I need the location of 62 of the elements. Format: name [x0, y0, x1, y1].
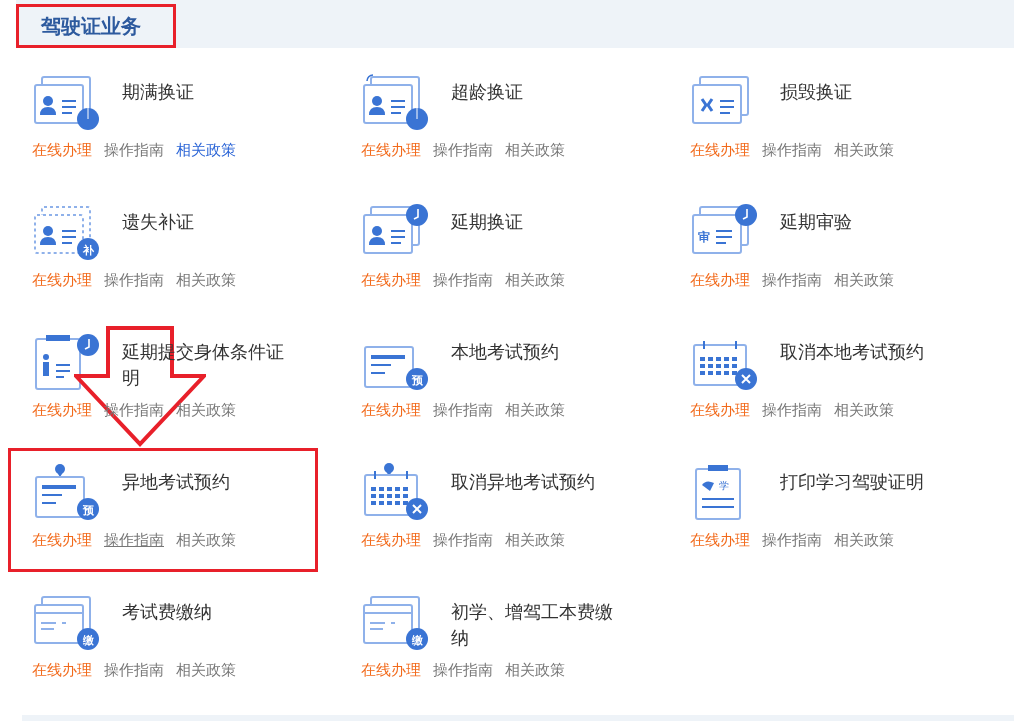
service-title[interactable]: 遗失补证	[122, 203, 294, 269]
policy-link[interactable]: 相关政策	[176, 661, 236, 680]
service-title[interactable]: 打印学习驾驶证明	[780, 463, 952, 529]
policy-link[interactable]: 相关政策	[834, 531, 894, 550]
online-link[interactable]: 在线办理	[32, 531, 92, 550]
online-link[interactable]: 在线办理	[32, 661, 92, 680]
guide-link[interactable]: 操作指南	[433, 531, 493, 550]
guide-link[interactable]: 操作指南	[433, 401, 493, 420]
badge-label: 补	[82, 243, 94, 257]
online-link[interactable]: 在线办理	[32, 271, 92, 290]
policy-link[interactable]: 相关政策	[176, 531, 236, 550]
online-link[interactable]: 在线办理	[690, 401, 750, 420]
guide-link[interactable]: 操作指南	[762, 141, 822, 160]
guide-link[interactable]: 操作指南	[433, 271, 493, 290]
icon-label: 学	[719, 480, 729, 491]
online-link[interactable]: 在线办理	[690, 141, 750, 160]
service-title[interactable]: 延期换证	[451, 203, 623, 269]
section-title: 驾驶证业务	[16, 4, 176, 48]
service-title[interactable]: 考试费缴纳	[122, 593, 294, 659]
online-link[interactable]: 在线办理	[32, 141, 92, 160]
service-title[interactable]: 本地考试预约	[451, 333, 623, 399]
guide-link[interactable]: 操作指南	[762, 271, 822, 290]
service-title[interactable]: 取消异地考试预约	[451, 463, 623, 529]
online-link[interactable]: 在线办理	[361, 401, 421, 420]
online-link[interactable]: 在线办理	[690, 271, 750, 290]
badge-label: 预	[411, 373, 423, 387]
guide-link[interactable]: 操作指南	[433, 141, 493, 160]
policy-link[interactable]: 相关政策	[505, 661, 565, 680]
guide-link[interactable]: 操作指南	[762, 401, 822, 420]
guide-link[interactable]: 操作指南	[433, 661, 493, 680]
guide-link[interactable]: 操作指南	[104, 531, 164, 550]
policy-link[interactable]: 相关政策	[505, 401, 565, 420]
policy-link[interactable]: 相关政策	[834, 401, 894, 420]
policy-link[interactable]: 相关政策	[505, 271, 565, 290]
service-title[interactable]: 损毁换证	[780, 73, 952, 139]
guide-link[interactable]: 操作指南	[104, 141, 164, 160]
service-title[interactable]: 初学、增驾工本费缴纳	[451, 593, 623, 659]
service-title[interactable]: 超龄换证	[451, 73, 623, 139]
online-link[interactable]: 在线办理	[361, 531, 421, 550]
guide-link[interactable]: 操作指南	[104, 271, 164, 290]
service-title[interactable]: 期满换证	[122, 73, 294, 139]
policy-link[interactable]: 相关政策	[505, 141, 565, 160]
online-link[interactable]: 在线办理	[361, 661, 421, 680]
badge-label: 预	[82, 503, 94, 517]
policy-link[interactable]: 相关政策	[834, 271, 894, 290]
policy-link[interactable]: 相关政策	[176, 401, 236, 420]
policy-link[interactable]: 相关政策	[176, 271, 236, 290]
online-link[interactable]: 在线办理	[361, 271, 421, 290]
policy-link[interactable]: 相关政策	[505, 531, 565, 550]
policy-link[interactable]: 相关政策	[834, 141, 894, 160]
icon-label: 审	[698, 230, 710, 244]
service-title[interactable]: 取消本地考试预约	[780, 333, 952, 399]
service-title[interactable]: 异地考试预约	[122, 463, 294, 529]
online-link[interactable]: 在线办理	[32, 401, 92, 420]
guide-link[interactable]: 操作指南	[104, 661, 164, 680]
service-title[interactable]: 延期审验	[780, 203, 952, 269]
guide-link[interactable]: 操作指南	[762, 531, 822, 550]
badge-label: 缴	[411, 633, 423, 647]
online-link[interactable]: 在线办理	[690, 531, 750, 550]
online-link[interactable]: 在线办理	[361, 141, 421, 160]
policy-link[interactable]: 相关政策	[176, 141, 236, 160]
badge-label: 缴	[82, 633, 94, 647]
